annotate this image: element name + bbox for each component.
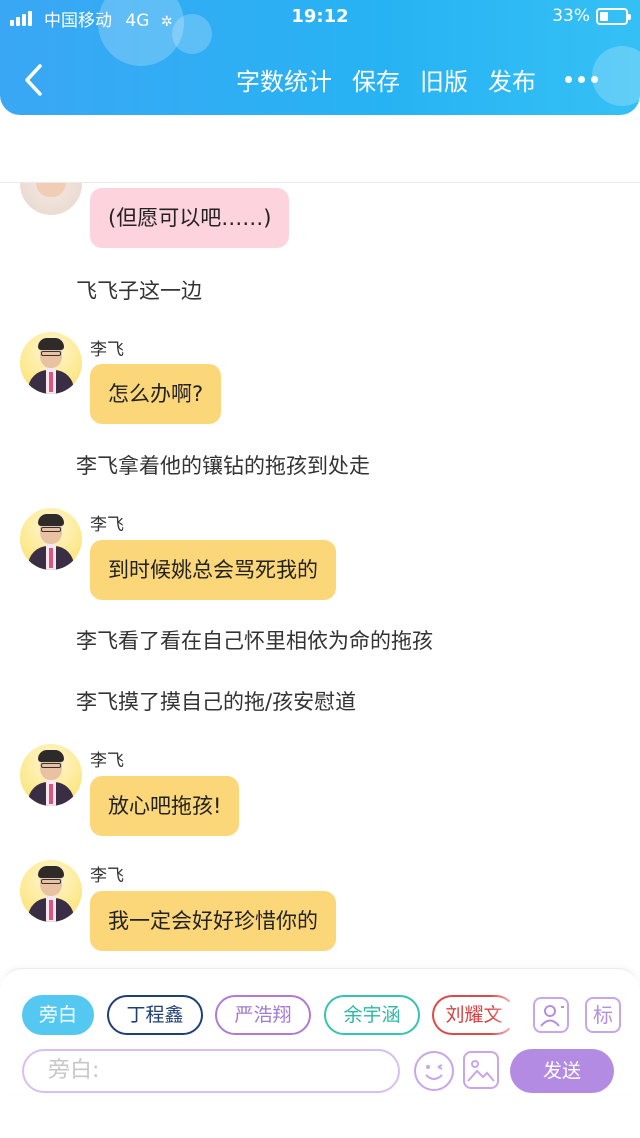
narration-text[interactable]: 李飞看了看在自己怀里相依为命的拖孩 [76, 625, 433, 655]
tag-button[interactable]: 标 [585, 997, 621, 1033]
chat-area[interactable]: (但愿可以吧……) 飞飞子这一边 李飞 怎么办啊? 李飞拿着他的镶钻的拖孩到处走… [0, 183, 640, 968]
role-chip-yan-haoxiang[interactable]: 严浩翔 [215, 995, 311, 1035]
save-button[interactable]: 保存 [352, 62, 400, 97]
girl-avatar[interactable] [20, 183, 82, 215]
lifei-avatar[interactable] [20, 744, 82, 806]
publish-button[interactable]: 发布 [488, 62, 536, 97]
narration-text[interactable]: 飞飞子这一边 [76, 275, 202, 305]
status-time: 19:12 [291, 6, 349, 27]
header-actions: 字数统计 保存 旧版 发布 [236, 62, 536, 97]
word-count-button[interactable]: 字数统计 [236, 62, 332, 97]
character-card-icon[interactable] [533, 997, 569, 1033]
send-button[interactable]: 发送 [510, 1049, 614, 1093]
narration-text[interactable]: 李飞摸了摸自己的拖/孩安慰道 [76, 686, 356, 716]
more-dots-icon[interactable] [565, 76, 598, 83]
decor-bubble [592, 46, 640, 106]
speaker-name: 李飞 [90, 340, 124, 360]
back-icon[interactable] [22, 62, 46, 98]
chip-scroll-fade [490, 989, 526, 1041]
narration-text[interactable]: 李飞拿着他的镶钻的拖孩到处走 [76, 450, 370, 480]
message-bubble[interactable]: 放心吧拖孩! [90, 776, 240, 836]
composer-panel: 旁白 丁程鑫 严浩翔 余宇涵 刘耀文 标 旁白: 发送 [0, 968, 640, 1093]
speaker-name: 李飞 [90, 751, 124, 771]
message-bubble[interactable]: 我一定会好好珍惜你的 [90, 891, 336, 951]
lifei-avatar[interactable] [20, 860, 82, 922]
speaker-name: 李飞 [90, 515, 124, 535]
role-chip-yu-yuhan[interactable]: 余宇涵 [324, 995, 420, 1035]
emoji-icon[interactable] [414, 1051, 454, 1091]
lifei-avatar[interactable] [20, 332, 82, 394]
battery-percent: 33% [552, 6, 590, 26]
top-bar: 中国移动 4G ✲ 19:12 33% 字数统计 保存 旧版 发布 [0, 0, 640, 115]
message-bubble[interactable]: 到时候姚总会骂死我的 [90, 540, 336, 600]
message-input[interactable]: 旁白: [22, 1049, 400, 1093]
message-bubble[interactable]: 怎么办啊? [90, 364, 222, 424]
role-chip-narrator[interactable]: 旁白 [22, 995, 94, 1035]
old-version-button[interactable]: 旧版 [420, 62, 468, 97]
image-icon[interactable] [463, 1051, 499, 1089]
message-bubble[interactable]: (但愿可以吧……) [90, 188, 290, 248]
battery-icon [596, 8, 631, 25]
role-chip-ding-chengxin[interactable]: 丁程鑫 [107, 995, 203, 1035]
speaker-name: 李飞 [90, 866, 124, 886]
status-bar: 中国移动 4G ✲ 19:12 33% [0, 0, 640, 34]
lifei-avatar[interactable] [20, 508, 82, 570]
